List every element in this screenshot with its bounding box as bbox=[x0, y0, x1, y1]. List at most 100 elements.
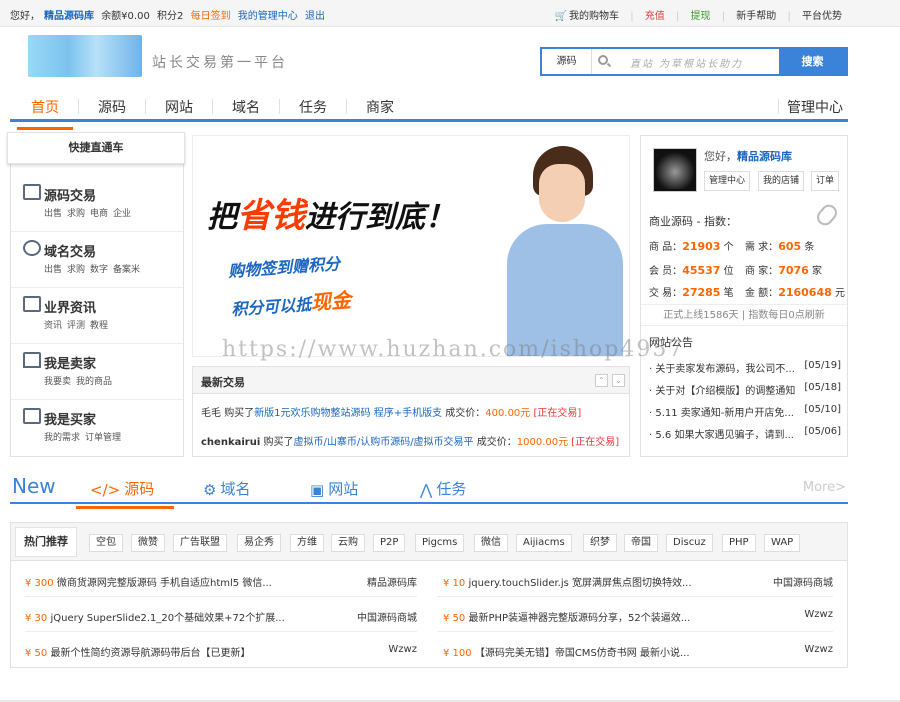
quick-item-seller[interactable]: 我是卖家 我要卖 我的商品 bbox=[11, 344, 183, 400]
hot-item-title[interactable]: jquery.touchSlider.js 宽屏满屏焦点图切换特效... bbox=[468, 578, 691, 589]
hot-item[interactable]: ¥ 100 【源码完美无错】帝国CMS仿奇书网 最新小说... Wzwz bbox=[443, 644, 833, 659]
orders-button[interactable]: 订单 bbox=[811, 171, 840, 191]
recharge-link[interactable]: 充值 bbox=[645, 11, 665, 22]
notice-text[interactable]: · 关于对【介绍模版】的调整通知 bbox=[649, 386, 795, 397]
search-button[interactable]: 搜索 bbox=[779, 49, 846, 74]
admin-center-link[interactable]: 我的管理中心 bbox=[238, 11, 298, 22]
hot-item[interactable]: ¥ 300 微商货源网完整版源码 手机自适应html5 微信... 精品源码库 bbox=[25, 574, 417, 589]
nav-manage[interactable]: 管理中心 bbox=[787, 97, 843, 117]
site-logo[interactable] bbox=[28, 35, 142, 77]
search-category-select[interactable]: 源码 bbox=[542, 49, 592, 74]
hot-item-seller[interactable]: Wzwz bbox=[388, 644, 417, 655]
quick-sub-link[interactable]: 评测 bbox=[67, 321, 85, 331]
trade-item-link[interactable]: 虚拟币/山寨币/认购币源码/虚拟币交易平 bbox=[293, 437, 473, 448]
next-arrow-icon[interactable]: ⌄ bbox=[612, 374, 625, 387]
nav-task[interactable]: 任务 bbox=[299, 97, 327, 117]
quick-sub-link[interactable]: 求购 bbox=[67, 265, 85, 275]
hot-item[interactable]: ¥ 50 最新个性简约资源导航源码带后台【已更新】 Wzwz bbox=[25, 644, 417, 659]
hot-tag[interactable]: 空包 bbox=[89, 534, 123, 552]
quick-sub-link[interactable]: 资讯 bbox=[44, 321, 62, 331]
hot-item-seller[interactable]: 中国源码商城 bbox=[357, 609, 417, 624]
notice-item[interactable]: · 5.11 卖家通知-新用户开店免... [05/10] bbox=[649, 404, 841, 419]
quick-item-title[interactable]: 源码交易 bbox=[44, 185, 96, 204]
hot-tag[interactable]: 微信 bbox=[474, 534, 508, 552]
logout-link[interactable]: 退出 bbox=[305, 11, 325, 22]
more-link[interactable]: More> bbox=[803, 480, 846, 495]
hot-tag[interactable]: WAP bbox=[764, 534, 801, 552]
hot-tag[interactable]: 云购 bbox=[331, 534, 365, 552]
hot-item-title[interactable]: 最新个性简约资源导航源码带后台【已更新】 bbox=[50, 648, 250, 659]
nav-merchant[interactable]: 商家 bbox=[366, 97, 394, 117]
quick-sub-link[interactable]: 订单管理 bbox=[85, 433, 121, 443]
hot-item-seller[interactable]: 中国源码商城 bbox=[773, 574, 833, 589]
notice-text[interactable]: · 5.6 如果大家遇见骗子，请到... bbox=[649, 430, 794, 441]
quick-sub-link[interactable]: 出售 bbox=[44, 209, 62, 219]
username-link[interactable]: 精品源码库 bbox=[44, 11, 94, 22]
quick-item-title[interactable]: 我是卖家 bbox=[44, 353, 96, 372]
quick-item-domain[interactable]: 域名交易 出售 求购 数字 备案米 bbox=[11, 232, 183, 288]
hot-tag[interactable]: Aijiacms bbox=[516, 534, 572, 552]
quick-item-title[interactable]: 域名交易 bbox=[44, 241, 96, 260]
hot-item-seller[interactable]: Wzwz bbox=[804, 609, 833, 620]
promo-banner[interactable]: 把省钱进行到底！ 购物签到赠积分 积分可以抵现金 bbox=[192, 135, 630, 357]
hot-item-title[interactable]: 微商货源网完整版源码 手机自适应html5 微信... bbox=[57, 578, 272, 589]
quick-sub-link[interactable]: 教程 bbox=[90, 321, 108, 331]
quick-sub-link[interactable]: 我的需求 bbox=[44, 433, 80, 443]
quick-item-source[interactable]: 源码交易 出售 求购 电商 企业 bbox=[11, 176, 183, 232]
quick-sub-link[interactable]: 我要卖 bbox=[44, 377, 71, 387]
notice-item[interactable]: · 关于对【介绍模版】的调整通知 [05/18] bbox=[649, 382, 841, 397]
hot-item-title[interactable]: 【源码完美无错】帝国CMS仿奇书网 最新小说... bbox=[475, 648, 690, 659]
notice-text[interactable]: · 关于卖家发布源码，我公司不... bbox=[649, 364, 795, 375]
notice-item[interactable]: · 5.6 如果大家遇见骗子，请到... [05/06] bbox=[649, 426, 841, 441]
search-input[interactable]: 直站 为草根站长助力 bbox=[630, 55, 743, 70]
hot-item-title[interactable]: 最新PHP装逼神器完整版源码分享，52个装逼效... bbox=[468, 613, 690, 624]
withdraw-link[interactable]: 提现 bbox=[691, 11, 711, 22]
quick-sub-link[interactable]: 我的商品 bbox=[76, 377, 112, 387]
nav-domain[interactable]: 域名 bbox=[232, 97, 260, 117]
quick-sub-link[interactable]: 电商 bbox=[90, 209, 108, 219]
hot-tag[interactable]: 方维 bbox=[290, 534, 324, 552]
hot-tag[interactable]: 帝国 bbox=[624, 534, 658, 552]
hot-item[interactable]: ¥ 30 jQuery SuperSlide2.1_20个基础效果+72个扩展.… bbox=[25, 609, 417, 624]
nav-website[interactable]: 网站 bbox=[165, 97, 193, 117]
quick-sub-link[interactable]: 数字 bbox=[90, 265, 108, 275]
hot-item-seller[interactable]: 精品源码库 bbox=[367, 574, 417, 589]
quick-sub-link[interactable]: 求购 bbox=[67, 209, 85, 219]
tab-source[interactable]: </> 源码 bbox=[75, 478, 175, 509]
quick-item-title[interactable]: 我是买家 bbox=[44, 409, 96, 428]
tab-task[interactable]: ⋀ 任务 bbox=[420, 478, 466, 499]
quick-item-news[interactable]: 业界资讯 资讯 评测 教程 bbox=[11, 288, 183, 344]
quick-item-title[interactable]: 业界资讯 bbox=[44, 297, 96, 316]
hot-tag[interactable]: Discuz bbox=[666, 534, 713, 552]
hot-item-title[interactable]: jQuery SuperSlide2.1_20个基础效果+72个扩展... bbox=[50, 613, 284, 624]
user-name[interactable]: 精品源码库 bbox=[737, 150, 792, 163]
manage-center-button[interactable]: 管理中心 bbox=[704, 171, 751, 191]
advantage-link[interactable]: 平台优势 bbox=[802, 11, 842, 22]
hot-tag[interactable]: 织梦 bbox=[583, 534, 617, 552]
hot-item-seller[interactable]: Wzwz bbox=[804, 644, 833, 655]
avatar[interactable] bbox=[653, 148, 697, 192]
hot-tag[interactable]: PHP bbox=[722, 534, 756, 552]
hot-tag[interactable]: P2P bbox=[373, 534, 406, 552]
nav-source[interactable]: 源码 bbox=[98, 97, 126, 117]
notice-text[interactable]: · 5.11 卖家通知-新用户开店免... bbox=[649, 408, 794, 419]
hot-item[interactable]: ¥ 10 jquery.touchSlider.js 宽屏满屏焦点图切换特效..… bbox=[443, 574, 833, 589]
tab-domain[interactable]: ⚙ 域名 bbox=[203, 478, 250, 499]
nav-home[interactable]: 首页 bbox=[17, 97, 73, 130]
tab-website[interactable]: ▣ 网站 bbox=[310, 478, 358, 499]
cart-link[interactable]: 我的购物车 bbox=[569, 11, 619, 22]
quick-sub-link[interactable]: 出售 bbox=[44, 265, 62, 275]
daily-sign-link[interactable]: 每日签到 bbox=[191, 11, 231, 22]
trade-item-link[interactable]: 新版1元欢乐购物整站源码 程序+手机版支 bbox=[254, 408, 442, 419]
help-link[interactable]: 新手帮助 bbox=[736, 11, 776, 22]
notice-item[interactable]: · 关于卖家发布源码，我公司不... [05/19] bbox=[649, 360, 841, 375]
hot-tag[interactable]: 广告联盟 bbox=[173, 534, 227, 552]
quick-sub-link[interactable]: 企业 bbox=[113, 209, 131, 219]
prev-arrow-icon[interactable]: ⌃ bbox=[595, 374, 608, 387]
quick-sub-link[interactable]: 备案米 bbox=[113, 265, 140, 275]
hot-tag[interactable]: 微赞 bbox=[131, 534, 165, 552]
hot-tag[interactable]: 易企秀 bbox=[237, 534, 281, 552]
hot-item[interactable]: ¥ 50 最新PHP装逼神器完整版源码分享，52个装逼效... Wzwz bbox=[443, 609, 833, 624]
quick-item-buyer[interactable]: 我是买家 我的需求 订单管理 bbox=[11, 400, 183, 456]
my-shop-button[interactable]: 我的店铺 bbox=[758, 171, 805, 191]
